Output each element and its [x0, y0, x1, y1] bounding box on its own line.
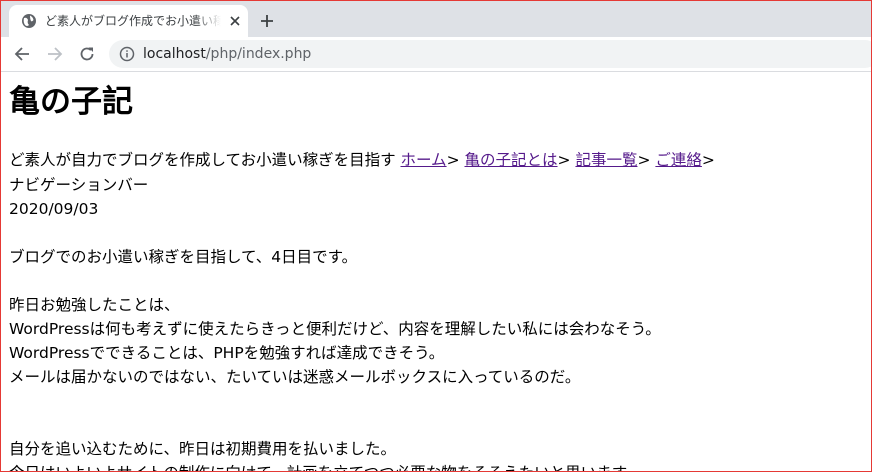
nav-separator: > — [446, 151, 460, 169]
post-date: 2020/09/03 — [9, 200, 99, 218]
browser-window: ど素人がブログ作成でお小遣い稼ぎを目指す — [0, 0, 872, 472]
body-line: WordPressは何も考えずに使えたらきっと便利だけど、内容を理解したい私には… — [9, 320, 661, 338]
browser-toolbar: localhost/php/index.php — [1, 37, 871, 72]
body-line: 昨日お勉強したことは、 — [9, 296, 180, 314]
breadcrumb: ど素人が自力でブログを作成してお小遣い稼ぎを目指す ホーム> 亀の子記とは> 記… — [9, 148, 715, 172]
nav-caption: ナビゲーションバー — [9, 176, 149, 194]
back-button[interactable] — [10, 42, 34, 66]
nav-separator: > — [701, 151, 715, 169]
new-tab-button[interactable] — [255, 9, 279, 33]
body-line: WordPressでできることは、PHPを勉強すれば達成できそう。 — [9, 344, 445, 362]
nav-link-articles[interactable]: 記事一覧 — [575, 151, 637, 169]
nav-link-contact[interactable]: ご連絡 — [655, 151, 702, 169]
url-path: /php/index.php — [205, 46, 312, 62]
reload-button[interactable] — [75, 42, 99, 66]
body-line: 今日はいよいよサイトの制作に向けて、計画を立てつつ必要な物をそろえたいと思います… — [9, 461, 641, 471]
close-icon[interactable] — [227, 13, 243, 29]
tab-strip: ど素人がブログ作成でお小遣い稼ぎを目指す — [1, 1, 871, 37]
page-title: 亀の子記 — [9, 84, 133, 120]
globe-icon — [21, 13, 37, 29]
address-bar[interactable]: localhost/php/index.php — [109, 40, 871, 68]
forward-button[interactable] — [43, 42, 67, 66]
url-host: localhost — [143, 46, 206, 62]
arrow-right-icon — [48, 47, 63, 61]
active-tab[interactable]: ど素人がブログ作成でお小遣い稼ぎを目指す — [9, 5, 248, 37]
body-line: ブログでのお小遣い稼ぎを目指して、4日目です。 — [9, 248, 358, 266]
nav-separator: > — [637, 151, 651, 169]
body-line: メールは届かないのではない、たいていは迷惑メールボックスに入っているのだ。 — [9, 368, 581, 386]
tagline: ど素人が自力でブログを作成してお小遣い稼ぎを目指す — [9, 151, 396, 169]
body-line: 自分を追い込むために、昨日は初期費用を払いました。 — [9, 440, 397, 458]
reload-icon — [80, 47, 94, 61]
url-text[interactable]: localhost/php/index.php — [143, 45, 311, 63]
plus-icon — [261, 15, 273, 27]
nav-separator: > — [557, 151, 571, 169]
info-icon[interactable] — [119, 46, 135, 62]
nav-link-home[interactable]: ホーム — [401, 151, 447, 169]
tab-title: ど素人がブログ作成でお小遣い稼ぎを目指す — [45, 14, 221, 28]
page-content: 亀の子記 ど素人が自力でブログを作成してお小遣い稼ぎを目指す ホーム> 亀の子記… — [1, 72, 871, 471]
arrow-left-icon — [14, 47, 29, 61]
nav-link-about[interactable]: 亀の子記とは — [465, 151, 558, 169]
